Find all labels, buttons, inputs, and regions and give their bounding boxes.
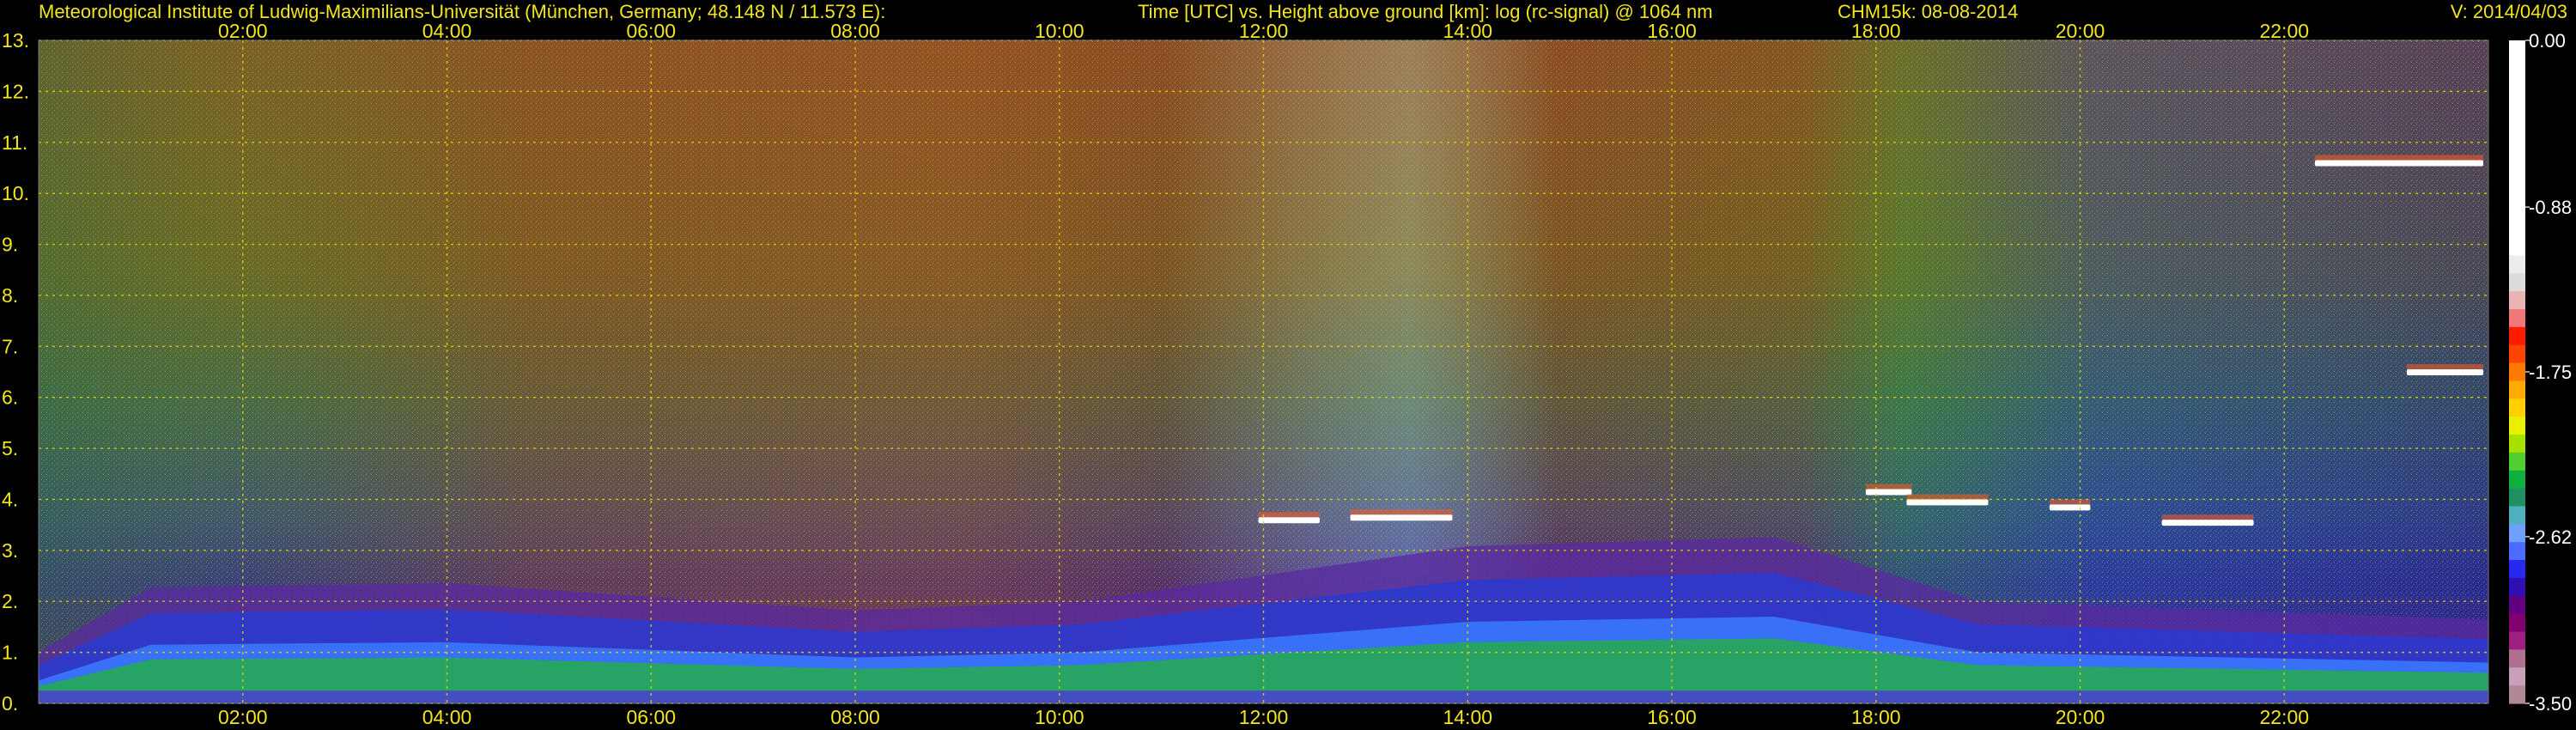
y-tick-label: 1. <box>2 642 18 664</box>
x-tick-label-bottom: 22:00 <box>2259 706 2309 728</box>
x-tick-label-top: 16:00 <box>1647 20 1697 42</box>
colorbar-tick-label: -3.50 <box>2529 693 2572 715</box>
x-tick-label-top: 18:00 <box>1851 20 1901 42</box>
cloud-layer-0 <box>1258 517 1320 524</box>
cloud-layer-2 <box>1865 489 1912 496</box>
cloud-edge-5 <box>2161 514 2254 520</box>
colorbar-swatch <box>2509 488 2525 508</box>
x-tick-label-top: 20:00 <box>2056 20 2105 42</box>
colorbar-swatch <box>2509 435 2525 453</box>
colorbar-swatch <box>2509 649 2525 668</box>
colorbar-swatch <box>2509 380 2525 399</box>
cloud-layer-3 <box>1906 499 1989 506</box>
colorbar-swatch <box>2509 560 2525 579</box>
colorbar-swatch <box>2509 112 2525 131</box>
x-tick-label-top: 08:00 <box>830 20 880 42</box>
colorbar-swatch <box>2509 452 2525 471</box>
colorbar-swatch <box>2509 40 2525 59</box>
x-tick-label-top: 22:00 <box>2259 20 2309 42</box>
colorbar-tick-label: 0.00 <box>2529 30 2566 52</box>
colorbar-swatch <box>2509 237 2525 256</box>
y-tick-label: 10. <box>2 182 29 204</box>
x-tick-label-top: 04:00 <box>422 20 472 42</box>
colorbar-swatch <box>2509 255 2525 274</box>
x-tick-label-top: 10:00 <box>1035 20 1084 42</box>
colorbar-swatch <box>2509 201 2525 221</box>
cloud-edge-1 <box>1350 509 1453 515</box>
x-tick-label-bottom: 06:00 <box>626 706 676 728</box>
colorbar-tick-label: -0.88 <box>2529 197 2572 218</box>
y-tick-label: 3. <box>2 539 18 562</box>
x-tick-label-top: 02:00 <box>218 20 268 42</box>
colorbar-swatch <box>2509 291 2525 310</box>
colorbar-swatch <box>2509 308 2525 328</box>
header-version: V: 2014/04/03 <box>2451 1 2567 22</box>
y-tick-label: 2. <box>2 590 18 612</box>
cloud-layer-4 <box>2049 504 2091 511</box>
colorbar-swatch <box>2509 685 2525 704</box>
x-tick-label-bottom: 12:00 <box>1239 706 1289 728</box>
x-tick-label-bottom: 14:00 <box>1443 706 1492 728</box>
x-tick-label-bottom: 20:00 <box>2056 706 2105 728</box>
cloud-layer-6 <box>2314 160 2484 167</box>
colorbar-tick-label: -2.62 <box>2529 526 2572 548</box>
colorbar-swatch <box>2509 76 2525 95</box>
cloud-layer-5 <box>2161 520 2254 526</box>
colorbar-swatch <box>2509 398 2525 417</box>
y-tick-label: 9. <box>2 234 18 256</box>
cloud-edge-6 <box>2314 155 2484 161</box>
y-tick-label: 8. <box>2 284 18 307</box>
colorbar-swatch <box>2509 506 2525 525</box>
colorbar-swatch <box>2509 183 2525 203</box>
colorbar-swatch <box>2509 577 2525 597</box>
cloud-edge-7 <box>2406 364 2484 369</box>
colorbar-swatch <box>2509 148 2525 167</box>
colorbar-swatch <box>2509 273 2525 292</box>
colorbar-swatch <box>2509 362 2525 382</box>
x-tick-label-bottom: 08:00 <box>830 706 880 728</box>
cloud-edge-4 <box>2049 499 2091 505</box>
colorbar-swatch <box>2509 631 2525 651</box>
colorbar-swatch <box>2509 219 2525 239</box>
y-tick-label: 4. <box>2 488 18 510</box>
colorbar-swatch <box>2509 542 2525 561</box>
y-tick-label: 12. <box>2 80 29 102</box>
colorbar-swatch <box>2509 94 2525 113</box>
colorbar-swatch <box>2509 344 2525 364</box>
colorbar-swatch <box>2509 166 2525 185</box>
chart-title: Time [UTC] vs. Height above ground [km]:… <box>1138 1 1713 22</box>
colorbar-swatch <box>2509 417 2525 435</box>
y-tick-label: 13. <box>2 29 29 52</box>
colorbar-swatch <box>2509 595 2525 615</box>
y-tick-label: 5. <box>2 437 18 459</box>
cloud-layer-1 <box>1350 514 1453 521</box>
colorbar-swatch <box>2509 326 2525 346</box>
cloud-layer-7 <box>2406 369 2484 375</box>
colorbar-swatch <box>2509 130 2525 149</box>
cloud-edge-2 <box>1865 484 1912 490</box>
colorbar-swatch <box>2509 613 2525 633</box>
cloud-edge-3 <box>1906 494 1989 500</box>
x-tick-label-bottom: 04:00 <box>422 706 472 728</box>
x-tick-label-top: 12:00 <box>1239 20 1289 42</box>
y-tick-label: 6. <box>2 386 18 409</box>
x-tick-label-bottom: 16:00 <box>1647 706 1697 728</box>
ceilometer-chart: Meteorological Institute of Ludwig-Maxim… <box>0 0 2576 730</box>
colorbar-swatch <box>2509 667 2525 686</box>
colorbar-swatch <box>2509 58 2525 77</box>
cloud-edge-0 <box>1258 512 1320 518</box>
x-tick-label-bottom: 02:00 <box>218 706 268 728</box>
y-tick-label: 7. <box>2 335 18 357</box>
x-tick-label-top: 06:00 <box>626 20 676 42</box>
y-tick-label: 11. <box>2 131 27 154</box>
colorbar-tick-label: -1.75 <box>2529 362 2572 383</box>
colorbar-swatch <box>2509 524 2525 543</box>
colorbar-swatch <box>2509 470 2525 490</box>
x-tick-label-top: 14:00 <box>1443 20 1492 42</box>
x-tick-label-bottom: 10:00 <box>1035 706 1084 728</box>
x-tick-label-bottom: 18:00 <box>1851 706 1901 728</box>
y-tick-label: 0. <box>2 692 18 715</box>
